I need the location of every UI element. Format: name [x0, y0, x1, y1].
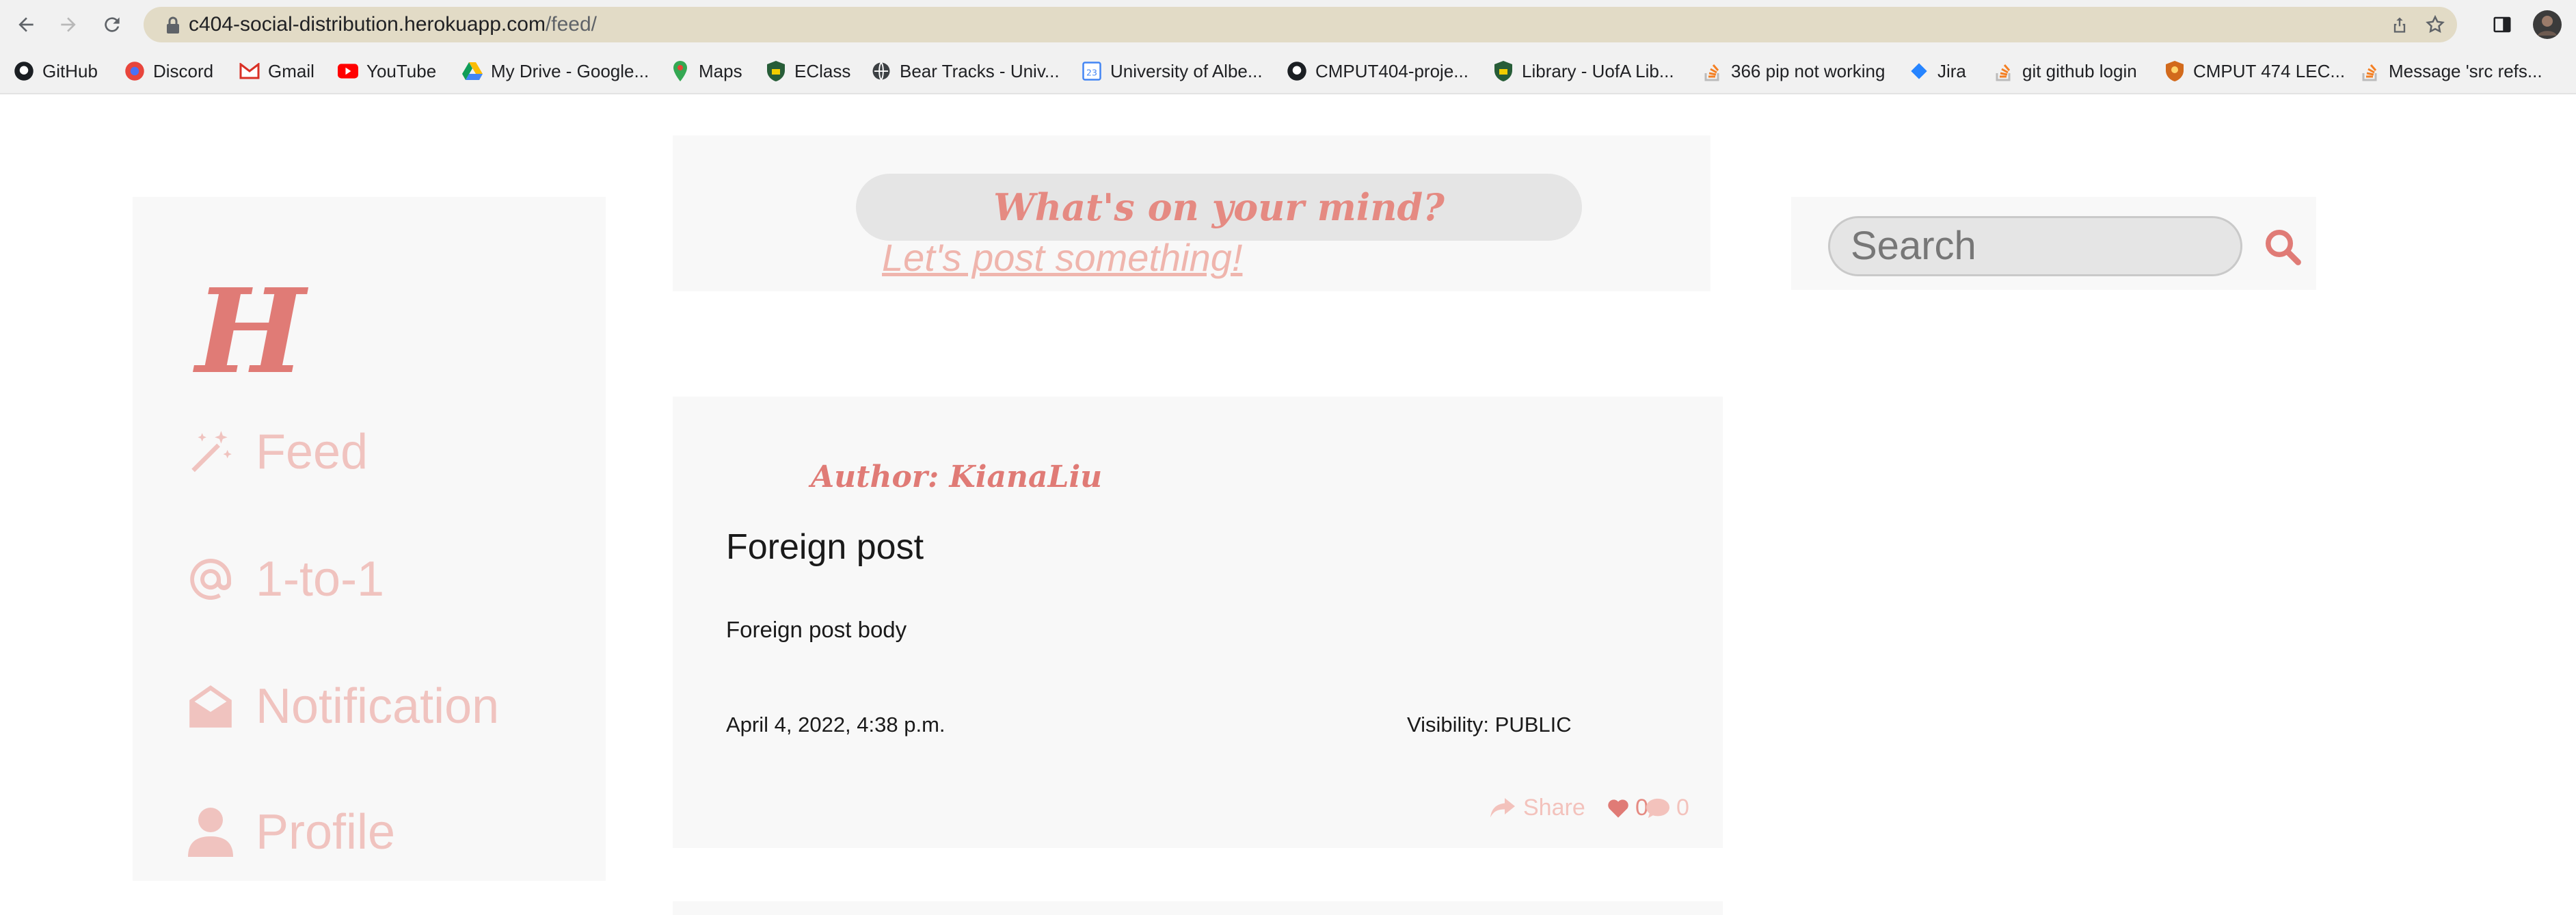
avatar-icon: [2533, 10, 2562, 39]
sidebar-item-label: Feed: [256, 425, 368, 479]
magic-wand-icon: [183, 425, 238, 479]
bookmark-item[interactable]: CMPUT404-proje...: [1287, 49, 1468, 93]
sidebar-item-label: Profile: [256, 805, 396, 860]
bookmark-item[interactable]: 23 University of Albe...: [1082, 49, 1263, 93]
bookmark-item[interactable]: CMPUT 474 LEC...: [2164, 49, 2345, 93]
bookmark-item[interactable]: Discord: [124, 49, 213, 93]
search-icon: [2266, 230, 2301, 265]
shield-icon: [1493, 61, 1514, 81]
browser-toolbar: c404-social-distribution.herokuapp.com/f…: [0, 0, 2576, 49]
search-panel: Search: [1791, 197, 2316, 290]
bookmark-item[interactable]: Jira: [1909, 49, 1966, 93]
gmail-icon: [239, 61, 260, 81]
whats-on-your-mind-input[interactable]: What's on your mind?: [856, 174, 1582, 241]
side-panel-button[interactable]: [2484, 7, 2520, 42]
site-logo[interactable]: H: [196, 274, 306, 390]
arrow-right-icon: [61, 17, 76, 32]
share-button[interactable]: Share: [1490, 795, 1585, 821]
lock-icon: [167, 16, 179, 34]
post-card: [673, 901, 1723, 915]
forward-button[interactable]: [51, 7, 86, 42]
reload-button[interactable]: [94, 7, 130, 42]
url-text: c404-social-distribution.herokuapp.com/f…: [189, 13, 598, 36]
search-input[interactable]: Search: [1828, 216, 2242, 276]
shield-icon: [766, 61, 786, 81]
stackoverflow-icon: [2360, 61, 2380, 81]
share-page-icon[interactable]: [2387, 12, 2412, 37]
calendar-icon: 23: [1082, 61, 1102, 81]
bookmark-item[interactable]: 366 pip not working: [1702, 49, 1885, 93]
github-icon: [1287, 61, 1307, 81]
comment-button[interactable]: 0: [1646, 795, 1689, 821]
globe-icon: [871, 61, 891, 81]
share-icon: [1490, 797, 1515, 817]
bookmark-item[interactable]: GitHub: [14, 49, 98, 93]
bookmark-item[interactable]: Gmail: [239, 49, 314, 93]
drive-icon: [462, 61, 483, 81]
profile-avatar[interactable]: [2530, 7, 2565, 42]
bookmark-item[interactable]: YouTube: [338, 49, 436, 93]
bookmarks-bar: GitHub Discord Gmail YouTube My Drive - …: [0, 49, 2576, 94]
bookmark-star-icon[interactable]: [2423, 12, 2447, 37]
maps-icon: [670, 61, 690, 81]
like-button[interactable]: 0: [1607, 795, 1648, 821]
bookmark-item[interactable]: git github login: [1994, 49, 2137, 93]
user-icon: [183, 805, 238, 860]
github-icon: [14, 61, 34, 81]
search-button[interactable]: [2260, 224, 2305, 269]
prompt-text: What's on your mind?: [993, 185, 1445, 229]
address-bar[interactable]: c404-social-distribution.herokuapp.com/f…: [144, 7, 2457, 42]
stackoverflow-icon: [1994, 61, 2014, 81]
post-visibility: Visibility: PUBLIC: [1407, 713, 1572, 737]
post-composer: What's on your mind? Let's post somethin…: [673, 135, 1710, 291]
side-panel-icon: [2493, 16, 2511, 33]
share-label: Share: [1523, 795, 1585, 821]
youtube-icon: [338, 61, 358, 81]
bookmark-item[interactable]: Bear Tracks - Univ...: [871, 49, 1060, 93]
post-title[interactable]: Foreign post: [726, 527, 924, 568]
crest-icon: [2164, 61, 2185, 81]
heart-icon: [1608, 799, 1628, 818]
back-button[interactable]: [8, 7, 44, 42]
arrow-left-icon: [18, 17, 33, 32]
reload-icon: [105, 17, 120, 32]
sidebar-item-label: 1-to-1: [256, 552, 385, 607]
sidebar-item-label: Notification: [256, 679, 500, 734]
post-card: Author: KianaLiu Foreign post Foreign po…: [673, 397, 1723, 848]
sidebar-item-feed[interactable]: Feed: [183, 424, 368, 480]
discord-icon: [124, 61, 145, 81]
jira-icon: [1909, 61, 1929, 81]
sidebar-item-notification[interactable]: Notification: [183, 678, 499, 734]
envelope-open-icon: [183, 679, 238, 734]
bookmark-item[interactable]: EClass: [766, 49, 850, 93]
sidebar-item-profile[interactable]: Profile: [183, 804, 395, 860]
bookmark-item[interactable]: Message 'src refs...: [2360, 49, 2543, 93]
bookmark-item[interactable]: My Drive - Google...: [462, 49, 649, 93]
bookmark-item[interactable]: Library - UofA Lib...: [1493, 49, 1674, 93]
post-body: Foreign post body: [726, 617, 907, 642]
create-post-link[interactable]: Let's post something!: [882, 235, 1242, 280]
comment-icon: [1646, 798, 1669, 818]
bookmark-item[interactable]: Maps: [670, 49, 742, 93]
stackoverflow-icon: [1702, 61, 1723, 81]
post-author[interactable]: Author: KianaLiu: [811, 460, 1102, 494]
sidebar-item-1-to-1[interactable]: 1-to-1: [183, 551, 384, 607]
comment-count: 0: [1676, 795, 1689, 821]
at-icon: [183, 552, 238, 607]
svg-text:23: 23: [1086, 67, 1097, 77]
post-date: April 4, 2022, 4:38 p.m.: [726, 713, 945, 737]
